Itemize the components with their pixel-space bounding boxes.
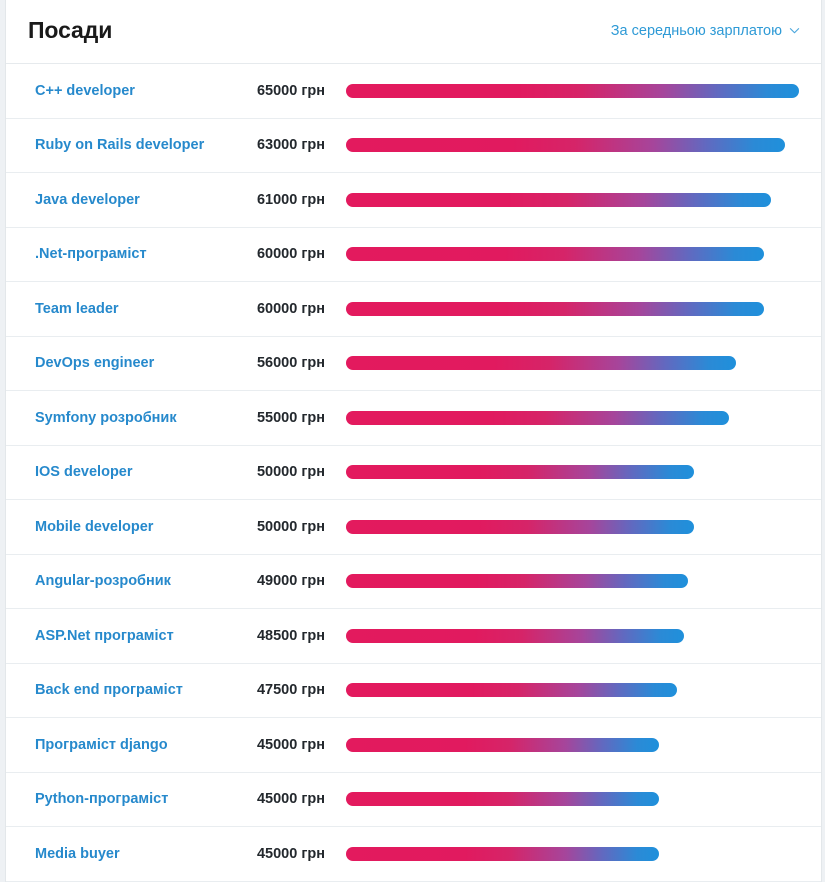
table-row: Mobile developer 50000 грн	[6, 500, 821, 555]
position-link[interactable]: Angular-розробник	[35, 573, 235, 589]
salary-bar-track	[346, 792, 799, 807]
salary-bar-fill	[346, 356, 737, 371]
salary-bar-fill	[346, 628, 684, 643]
table-row: Python-програміст 45000 грн	[6, 773, 821, 827]
salary-bar-fill	[346, 792, 660, 807]
salary-value: 63000 грн	[256, 137, 325, 154]
table-row: DevOps engineer 56000 грн	[6, 337, 821, 391]
salary-bar-track	[346, 465, 799, 480]
salary-value: 49000 грн	[256, 573, 325, 590]
salary-bar-fill	[346, 519, 695, 534]
position-link[interactable]: IOS developer	[35, 464, 235, 480]
sort-dropdown[interactable]: За середньою зарплатою	[611, 23, 800, 40]
position-link[interactable]: Back end програміст	[35, 682, 235, 698]
table-row: Програміст django 45000 грн	[6, 718, 821, 773]
salary-value: 60000 грн	[256, 300, 325, 317]
salary-value: 56000 грн	[256, 355, 325, 372]
salary-value: 48500 грн	[256, 627, 325, 644]
salary-value: 60000 грн	[256, 246, 325, 263]
salary-bar-track	[346, 301, 799, 316]
position-link[interactable]: ASP.Net програміст	[35, 628, 235, 644]
sort-dropdown-label: За середньою зарплатою	[610, 23, 782, 39]
table-row: IOS developer 50000 грн	[6, 446, 821, 500]
table-row: .Net-програміст 60000 грн	[6, 228, 821, 282]
salary-bar-fill	[346, 301, 765, 316]
salary-bar-track	[346, 356, 799, 371]
salary-bar-fill	[346, 465, 695, 480]
salary-value: 45000 грн	[256, 845, 325, 862]
position-link[interactable]: .Net-програміст	[35, 246, 235, 262]
salary-bar-track	[346, 247, 799, 262]
salary-bar-fill	[346, 737, 660, 752]
salary-bar-fill	[346, 683, 678, 698]
page-title: Посади	[28, 17, 113, 43]
table-row: Java developer 61000 грн	[6, 173, 821, 228]
salary-bar-fill	[346, 138, 786, 153]
position-link[interactable]: C++ developer	[35, 83, 235, 99]
salary-bar-fill	[346, 192, 772, 207]
position-link[interactable]: Ruby on Rails developer	[35, 137, 235, 153]
salary-bar-track	[346, 519, 799, 534]
salary-bar-fill	[346, 410, 730, 425]
table-row: ASP.Net програміст 48500 грн	[6, 609, 821, 664]
salary-bar-track	[346, 192, 799, 207]
positions-list: C++ developer 65000 грн Ruby on Rails deve…	[6, 64, 821, 882]
salary-value: 55000 грн	[256, 409, 325, 426]
page-root: Посади За середньою зарплатою C++ develo…	[0, 0, 825, 882]
position-link[interactable]: DevOps engineer	[35, 355, 235, 371]
salary-bar-track	[346, 846, 799, 861]
table-row: Team leader 60000 грн	[6, 282, 821, 337]
salary-bar-track	[346, 737, 799, 752]
salary-value: 45000 грн	[256, 736, 325, 753]
salary-value: 47500 грн	[256, 682, 325, 699]
salary-bar-fill	[346, 247, 765, 262]
salary-bar-fill	[346, 574, 688, 589]
salary-bar-fill	[346, 83, 799, 98]
position-link[interactable]: Media buyer	[35, 846, 235, 862]
table-row: Ruby on Rails developer 63000 грн	[6, 119, 821, 173]
position-link[interactable]: Java developer	[35, 192, 235, 208]
table-row: Back end програміст 47500 грн	[6, 664, 821, 718]
chevron-down-icon	[789, 25, 800, 36]
salary-value: 61000 грн	[256, 191, 325, 208]
table-row: Media buyer 45000 грн	[6, 827, 821, 882]
salary-bar-track	[346, 683, 799, 698]
position-link[interactable]: Програміст django	[35, 737, 235, 753]
table-row: Angular-розробник 49000 грн	[6, 555, 821, 609]
salary-value: 50000 грн	[256, 518, 325, 535]
salary-value: 45000 грн	[256, 791, 325, 808]
positions-card: Посади За середньою зарплатою C++ develo…	[5, 0, 822, 882]
position-link[interactable]: Python-програміст	[35, 791, 235, 807]
table-row: C++ developer 65000 грн	[6, 64, 821, 119]
salary-value: 50000 грн	[256, 464, 325, 481]
salary-bar-track	[346, 83, 799, 98]
salary-bar-track	[346, 628, 799, 643]
position-link[interactable]: Mobile developer	[35, 519, 235, 535]
salary-bar-track	[346, 410, 799, 425]
table-row: Symfony розробник 55000 грн	[6, 391, 821, 446]
position-link[interactable]: Symfony розробник	[35, 410, 235, 426]
salary-bar-track	[346, 138, 799, 153]
salary-bar-track	[346, 574, 799, 589]
card-header: Посади За середньою зарплатою	[6, 0, 821, 64]
position-link[interactable]: Team leader	[35, 301, 235, 317]
salary-value: 65000 грн	[256, 82, 325, 99]
salary-bar-fill	[346, 846, 660, 861]
